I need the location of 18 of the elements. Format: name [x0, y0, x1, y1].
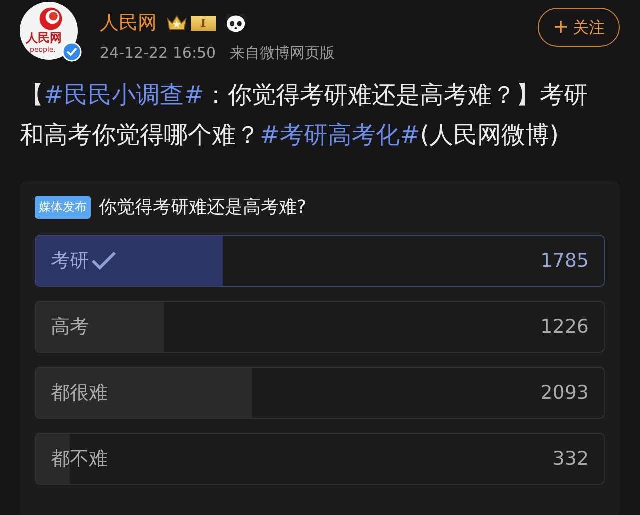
poll-question: 你觉得考研难还是高考难?	[99, 196, 307, 219]
check-icon	[91, 251, 117, 271]
poll-option[interactable]: 考研 1785	[35, 235, 605, 287]
post-source: 来自微博网页版	[230, 44, 336, 63]
panda-icon	[225, 13, 248, 33]
swirl-icon	[38, 6, 64, 32]
logo-text: 人民网	[26, 30, 62, 46]
poll-option[interactable]: 都不难 332	[35, 433, 605, 485]
poll-option[interactable]: 都很难 2093	[35, 367, 605, 419]
crown-icon	[166, 14, 188, 32]
verified-icon	[62, 42, 82, 62]
follow-button[interactable]: + 关注	[538, 8, 620, 47]
post-time: 24-12-22 16:50	[100, 44, 216, 63]
media-tag: 媒体发布	[35, 196, 91, 218]
level-badge: I	[191, 16, 216, 30]
post-text: 【#民民小调查#：你觉得考研难还是高考难？】考研和高考你觉得哪个难？#考研高考化#(人民网微博)	[20, 80, 590, 151]
author-name[interactable]: 人民网	[100, 10, 157, 36]
poll-option[interactable]: 高考 1226	[35, 301, 605, 353]
